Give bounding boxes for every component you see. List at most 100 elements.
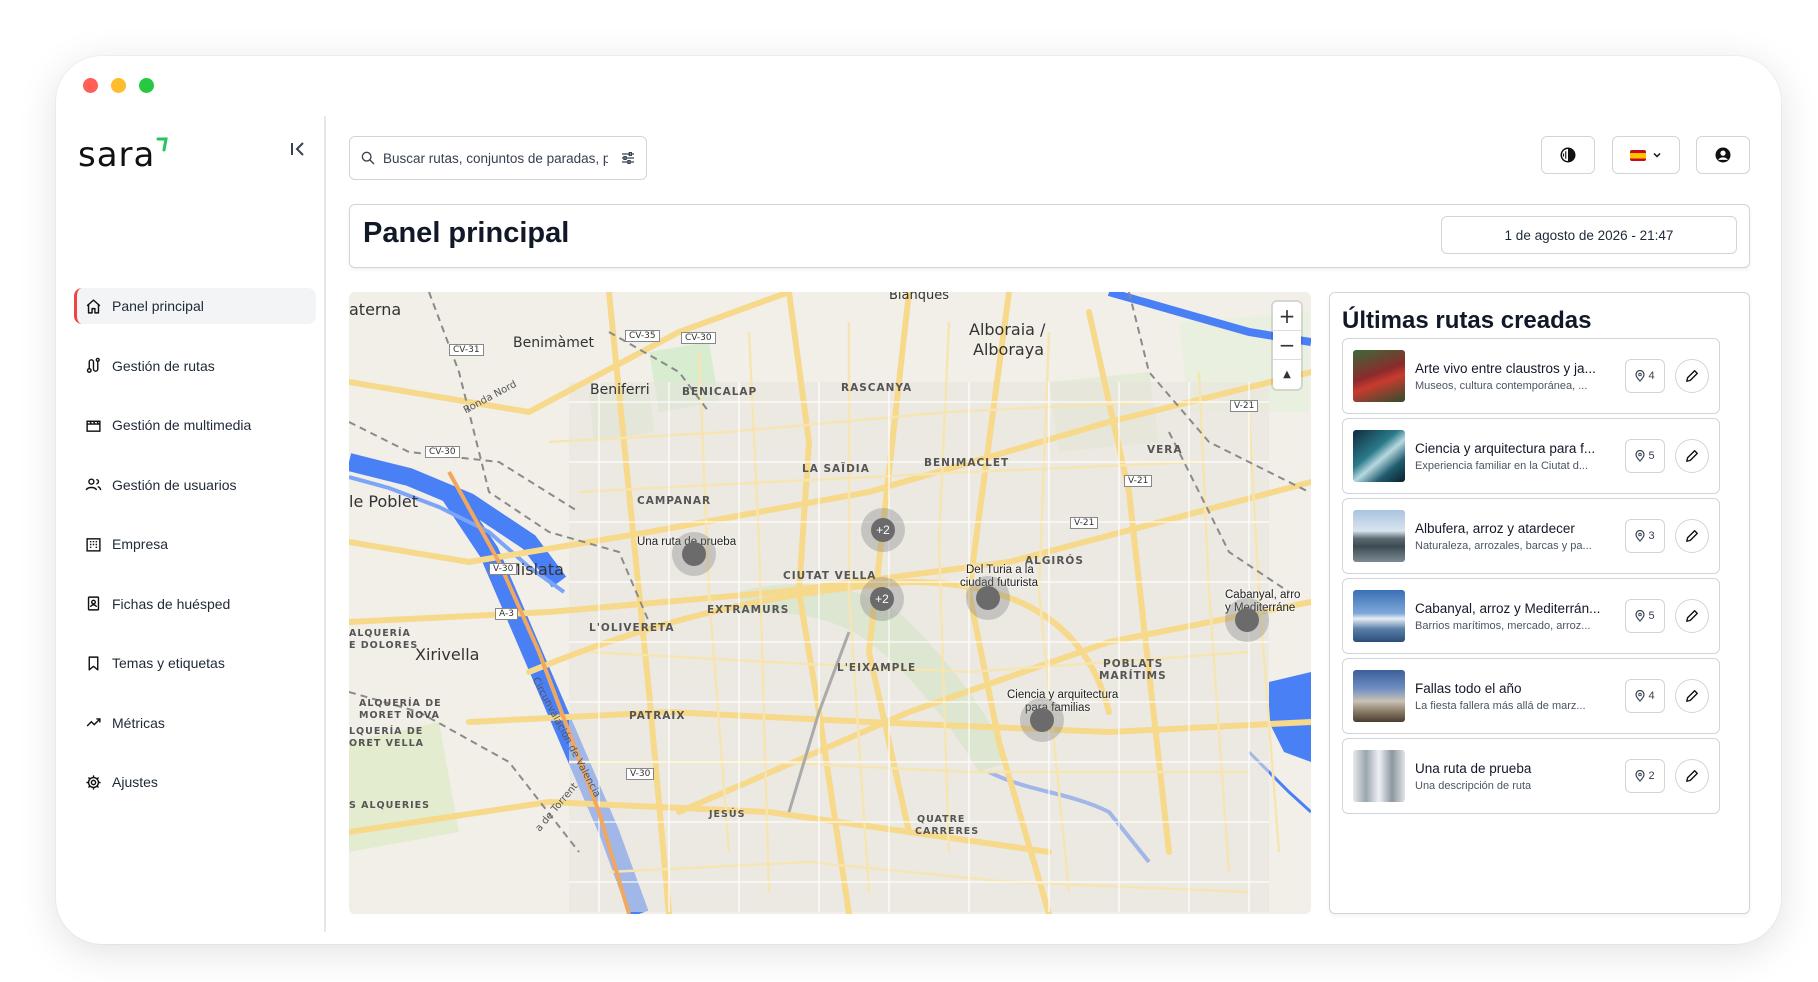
gear-icon: [86, 774, 101, 790]
route-thumbnail: [1353, 670, 1405, 722]
route-thumbnail: [1353, 510, 1405, 562]
map-pin-icon: [1635, 690, 1646, 702]
routes-map[interactable]: aterna Blanques Benimàmet Alboraia / Alb…: [349, 292, 1311, 914]
contrast-icon: [1560, 147, 1576, 163]
logo-mark-icon: [156, 137, 169, 152]
maximize-window-button[interactable]: [139, 78, 154, 93]
sidebar-item-label: Gestión de multimedia: [112, 417, 252, 433]
bookmark-icon: [88, 655, 99, 671]
poi-label: Ciencia y arquitectura: [1007, 689, 1119, 701]
pencil-icon: [1686, 690, 1698, 702]
route-marker[interactable]: [1225, 598, 1269, 642]
route-card[interactable]: Una ruta de prueba Una descripción de rut…: [1342, 738, 1720, 814]
app-window: sara Panel principal Gestión de rutas Ge…: [56, 56, 1781, 944]
guest-card-icon: [87, 596, 100, 611]
route-thumbnail: [1353, 590, 1405, 642]
sidebar-item-empresa[interactable]: Empresa: [74, 526, 316, 562]
map-zoom-controls: + − ▲: [1273, 302, 1301, 389]
user-menu-button[interactable]: [1696, 136, 1750, 174]
page-title: Panel principal: [363, 217, 570, 249]
route-icon: [86, 357, 100, 373]
sidebar-item-ajustes[interactable]: Ajustes: [74, 764, 316, 800]
stops-count-badge: 3: [1625, 519, 1665, 553]
sidebar-item-panel-principal[interactable]: Panel principal: [74, 288, 316, 324]
map-pin-icon: [1635, 370, 1646, 382]
route-name: Fallas todo el año: [1415, 680, 1522, 696]
sidebar: sara Panel principal Gestión de rutas Ge…: [56, 116, 326, 932]
filter-sliders-icon[interactable]: [620, 150, 636, 166]
stops-count: 2: [1648, 770, 1655, 782]
search-bar: [349, 136, 647, 180]
pencil-icon: [1686, 770, 1698, 782]
route-name: Cabanyal, arroz y Mediterrán...: [1415, 600, 1601, 616]
stops-count-badge: 5: [1625, 439, 1665, 473]
stops-count: 4: [1648, 370, 1655, 382]
cluster-count: +2: [870, 587, 894, 611]
sidebar-item-label: Fichas de huésped: [112, 595, 231, 612]
cluster-count: +2: [871, 518, 895, 542]
sidebar-item-label: Empresa: [112, 536, 169, 552]
route-card[interactable]: Cabanyal, arroz y Mediterrán... Barrios m…: [1342, 578, 1720, 654]
route-marker[interactable]: [672, 532, 716, 576]
edit-route-button[interactable]: [1675, 599, 1709, 633]
marker-dot: [976, 586, 1000, 610]
minimize-window-button[interactable]: [111, 78, 126, 93]
sidebar-nav: Panel principal Gestión de rutas Gestión…: [74, 288, 316, 824]
cluster-marker[interactable]: +2: [860, 577, 904, 621]
pencil-icon: [1686, 610, 1698, 622]
zoom-in-button[interactable]: +: [1273, 302, 1301, 331]
route-card[interactable]: Arte vivo entre claustros y ja... Museos,…: [1342, 338, 1720, 414]
cluster-marker[interactable]: +2: [861, 508, 905, 552]
contrast-toggle-button[interactable]: [1541, 136, 1595, 174]
route-card[interactable]: Fallas todo el año La fiesta fallera más …: [1342, 658, 1720, 734]
route-description: Experiencia familiar en la Ciutat d...: [1415, 459, 1589, 472]
poi-label: Del Turia a la: [966, 564, 1034, 576]
route-name: Una ruta de prueba: [1415, 760, 1532, 776]
sidebar-item-temas-etiquetas[interactable]: Temas y etiquetas: [74, 645, 316, 681]
zoom-out-button[interactable]: −: [1273, 331, 1301, 360]
language-selector[interactable]: [1612, 136, 1680, 174]
route-thumbnail: [1353, 430, 1405, 482]
pencil-icon: [1686, 450, 1698, 462]
edit-route-button[interactable]: [1675, 759, 1709, 793]
map-pin-icon: [1635, 530, 1646, 542]
close-window-button[interactable]: [83, 78, 98, 93]
sidebar-item-gestion-rutas[interactable]: Gestión de rutas: [74, 348, 316, 384]
route-name: Albufera, arroz y atardecer: [1415, 520, 1575, 536]
sidebar-item-label: Ajustes: [112, 774, 158, 790]
collapse-sidebar-icon[interactable]: [287, 138, 309, 160]
reset-north-button[interactable]: ▲: [1273, 360, 1301, 389]
route-marker[interactable]: [1020, 698, 1064, 742]
edit-route-button[interactable]: [1675, 439, 1709, 473]
marker-dot: [1030, 708, 1054, 732]
users-icon: [85, 478, 102, 491]
sidebar-item-label: Panel principal: [112, 298, 204, 314]
edit-route-button[interactable]: [1675, 359, 1709, 393]
stops-count-badge: 5: [1625, 599, 1665, 633]
stops-count: 4: [1648, 690, 1655, 702]
sidebar-item-label: Gestión de rutas: [112, 357, 215, 374]
route-marker[interactable]: [966, 576, 1010, 620]
route-card[interactable]: Ciencia y arquitectura para f... Experien…: [1342, 418, 1720, 494]
home-icon: [86, 298, 101, 314]
sidebar-item-gestion-usuarios[interactable]: Gestión de usuarios: [74, 467, 316, 503]
stops-count-badge: 4: [1625, 679, 1665, 713]
route-card[interactable]: Albufera, arroz y atardecer Naturaleza, a…: [1342, 498, 1720, 574]
building-icon: [86, 537, 101, 552]
latest-routes-panel: Últimas rutas creadas Arte vivo entre cl…: [1329, 292, 1750, 914]
route-name: Ciencia y arquitectura para f...: [1415, 440, 1596, 456]
sidebar-item-metricas[interactable]: Métricas: [74, 705, 316, 741]
stops-count: 3: [1648, 530, 1655, 542]
search-input[interactable]: [383, 150, 608, 166]
edit-route-button[interactable]: [1675, 519, 1709, 553]
sidebar-item-gestion-multimedia[interactable]: Gestión de multimedia: [74, 407, 316, 443]
sidebar-item-fichas-huesped[interactable]: Fichas de huésped: [74, 586, 316, 622]
route-description: Una descripción de ruta: [1415, 779, 1532, 792]
stops-count-badge: 2: [1625, 759, 1665, 793]
route-thumbnail: [1353, 350, 1405, 402]
edit-route-button[interactable]: [1675, 679, 1709, 713]
stops-count: 5: [1648, 450, 1655, 462]
route-description: La fiesta fallera más allá de marz...: [1415, 699, 1586, 712]
search-icon: [361, 151, 375, 165]
trend-icon: [86, 718, 101, 727]
